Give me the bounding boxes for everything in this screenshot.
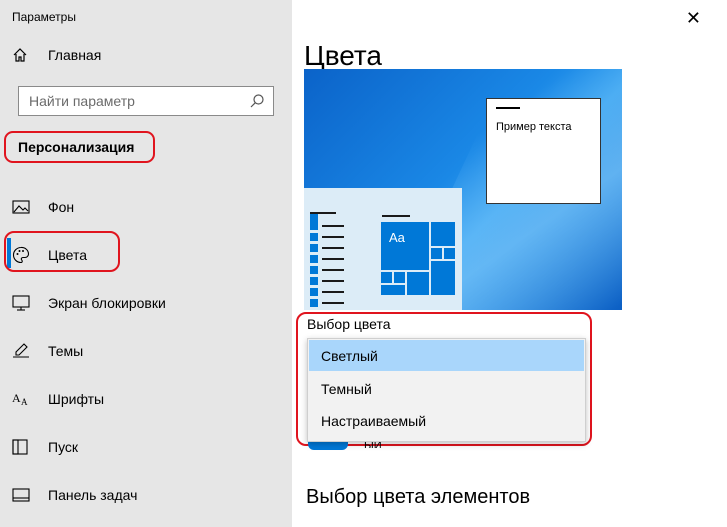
dropdown-option-custom[interactable]: Настраиваемый: [309, 405, 584, 436]
list-item: [310, 255, 344, 263]
taskbar-icon: [12, 486, 36, 504]
preview-window: Пример текста: [486, 98, 601, 204]
tiles-group-header: [382, 215, 410, 217]
palette-icon: [12, 246, 36, 264]
svg-text:A: A: [12, 391, 21, 405]
sidebar-item-label: Панель задач: [48, 487, 138, 503]
theme-preview: Пример текста Aa: [304, 69, 622, 310]
list-item: [310, 299, 344, 307]
search-box[interactable]: [18, 86, 274, 116]
preview-tile: [430, 260, 456, 296]
list-item: [310, 288, 344, 296]
monitor-icon: [12, 294, 36, 312]
preview-window-titlebar: [496, 107, 520, 109]
search-icon[interactable]: [249, 93, 265, 114]
sidebar-item-label: Пуск: [48, 439, 79, 455]
section-heading-personalization: Персонализация: [4, 131, 155, 163]
picture-icon: [12, 198, 36, 216]
sidebar-item-colors[interactable]: Цвета: [12, 237, 282, 273]
window-title: Параметры: [12, 10, 76, 24]
preview-tile-large: Aa: [380, 221, 430, 271]
sidebar-item-themes[interactable]: Темы: [12, 333, 282, 369]
sidebar-item-home[interactable]: Главная: [12, 37, 282, 73]
search-input[interactable]: [19, 92, 251, 110]
section-title-accent-color: Выбор цвета элементов: [306, 486, 531, 508]
toggle-switch[interactable]: [308, 442, 348, 450]
sidebar-item-start[interactable]: Пуск: [12, 429, 282, 465]
preview-sample-text: Пример текста: [496, 121, 572, 133]
dropdown-option-dark[interactable]: Темный: [309, 373, 584, 404]
preview-tile: [430, 221, 456, 247]
list-item: [310, 266, 344, 274]
sidebar-item-lock-screen[interactable]: Экран блокировки: [12, 285, 282, 321]
list-item: [310, 212, 340, 222]
sidebar: Параметры Главная Персонализация Фон Цве…: [0, 0, 292, 527]
list-item: [310, 233, 344, 241]
preview-tile: [380, 284, 406, 296]
sidebar-item-label: Фон: [48, 199, 75, 215]
preview-tile: [393, 271, 406, 284]
sidebar-item-fonts[interactable]: AA Шрифты: [12, 381, 282, 417]
font-icon: AA: [12, 390, 36, 408]
color-mode-dropdown[interactable]: Светлый Темный Настраиваемый: [307, 338, 586, 442]
preview-tile: [443, 247, 456, 260]
sidebar-item-background[interactable]: Фон: [12, 189, 282, 225]
svg-text:A: A: [21, 397, 28, 407]
list-item: [310, 244, 344, 252]
sidebar-item-label: Экран блокировки: [48, 295, 166, 311]
main-content: ✕ Цвета Пример текста Aa Выбор цвета ЫЙ …: [292, 0, 727, 527]
preview-tile: [406, 271, 430, 296]
sidebar-item-taskbar[interactable]: Панель задач: [12, 477, 282, 513]
sidebar-item-label: Темы: [48, 343, 84, 359]
page-title: Цвета: [304, 40, 382, 71]
home-icon: [12, 46, 36, 64]
sidebar-item-home-label: Главная: [48, 47, 102, 63]
list-item: [310, 222, 344, 230]
sidebar-item-label: Цвета: [48, 247, 87, 263]
preview-start-menu: Aa: [304, 188, 462, 310]
start-icon: [12, 438, 36, 456]
preview-tile: [430, 247, 443, 260]
preview-tile: [380, 271, 393, 284]
sidebar-item-label: Шрифты: [48, 391, 105, 407]
color-chooser-label: Выбор цвета: [307, 316, 391, 332]
dropdown-option-light[interactable]: Светлый: [309, 340, 584, 371]
pen-icon: [12, 342, 36, 360]
list-item: [310, 277, 344, 285]
close-button[interactable]: ✕: [686, 8, 701, 29]
